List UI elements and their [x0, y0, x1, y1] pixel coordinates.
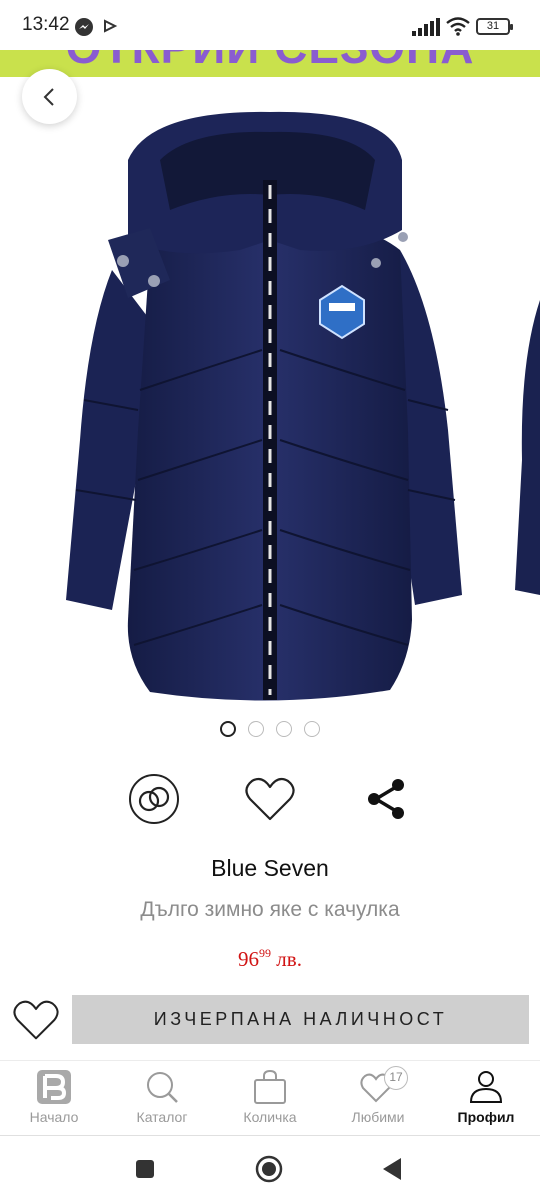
out-of-stock-button[interactable]: ИЗЧЕРПАНА НАЛИЧНОСТ [72, 995, 529, 1044]
pager-dot[interactable] [276, 721, 292, 737]
nav-item-favorites[interactable]: 17 Любими [324, 1061, 432, 1137]
nav-label: Любими [351, 1109, 405, 1125]
search-icon [147, 1072, 178, 1103]
messenger-icon [75, 18, 93, 36]
cast-icon [104, 19, 118, 33]
nav-label: Начало [29, 1109, 79, 1125]
product-price: 9699 лв. [0, 946, 540, 972]
heart-icon [245, 777, 295, 821]
favorites-count-badge: 17 [384, 1066, 408, 1090]
nav-label: Количка [243, 1109, 297, 1125]
nav-item-home[interactable]: Начало [0, 1061, 108, 1137]
back-triangle-icon [383, 1158, 401, 1180]
product-brand[interactable]: Blue Seven [0, 855, 540, 882]
battery-level: 31 [486, 20, 500, 32]
price-main: 96 [238, 947, 260, 971]
pager-dot[interactable] [304, 721, 320, 737]
system-back-button[interactable] [377, 1154, 407, 1184]
share-button[interactable] [359, 772, 413, 826]
recents-button[interactable] [130, 1154, 160, 1184]
signal-icon [412, 18, 440, 36]
home-button[interactable] [254, 1154, 284, 1184]
status-time: 13:42 [22, 14, 70, 35]
bottom-nav: Начало Каталог Количка 17 Любими Профил [0, 1060, 540, 1136]
price-cents: 99 [259, 946, 272, 960]
status-bar: 13:42 31 [0, 0, 540, 50]
battery-icon: 31 [476, 18, 513, 35]
price-currency: лв. [276, 947, 302, 971]
chevron-left-icon [43, 87, 54, 106]
pager-dot[interactable] [248, 721, 264, 737]
add-to-favorites-button[interactable] [10, 994, 62, 1046]
product-name: Дълго зимно яке с качулка [140, 898, 400, 921]
back-button[interactable] [22, 69, 77, 124]
recents-square-icon [136, 1160, 154, 1178]
system-nav-bar [0, 1137, 540, 1200]
heart-icon [13, 1000, 59, 1040]
home-logo-icon [37, 1070, 71, 1104]
compare-button[interactable] [127, 772, 181, 826]
image-pager [0, 721, 540, 739]
pager-dot[interactable] [220, 721, 236, 737]
nav-item-catalog[interactable]: Каталог [108, 1061, 216, 1137]
nav-item-cart[interactable]: Количка [216, 1061, 324, 1137]
nav-item-profile[interactable]: Профил [432, 1061, 540, 1137]
favorite-button[interactable] [243, 772, 297, 826]
shopping-bag-icon [254, 1069, 286, 1104]
promo-banner[interactable]: ОТКРИЙ СЕЗОНА [0, 50, 540, 77]
wifi-icon [446, 17, 470, 36]
promo-banner-text: ОТКРИЙ СЕЗОНА [0, 50, 540, 74]
nav-label: Профил [457, 1109, 515, 1125]
product-image[interactable] [0, 100, 540, 715]
compare-rings-icon [129, 774, 179, 824]
nav-label: Каталог [136, 1109, 188, 1125]
profile-icon [469, 1071, 503, 1103]
share-icon [368, 779, 404, 819]
home-circle-icon [255, 1155, 283, 1183]
